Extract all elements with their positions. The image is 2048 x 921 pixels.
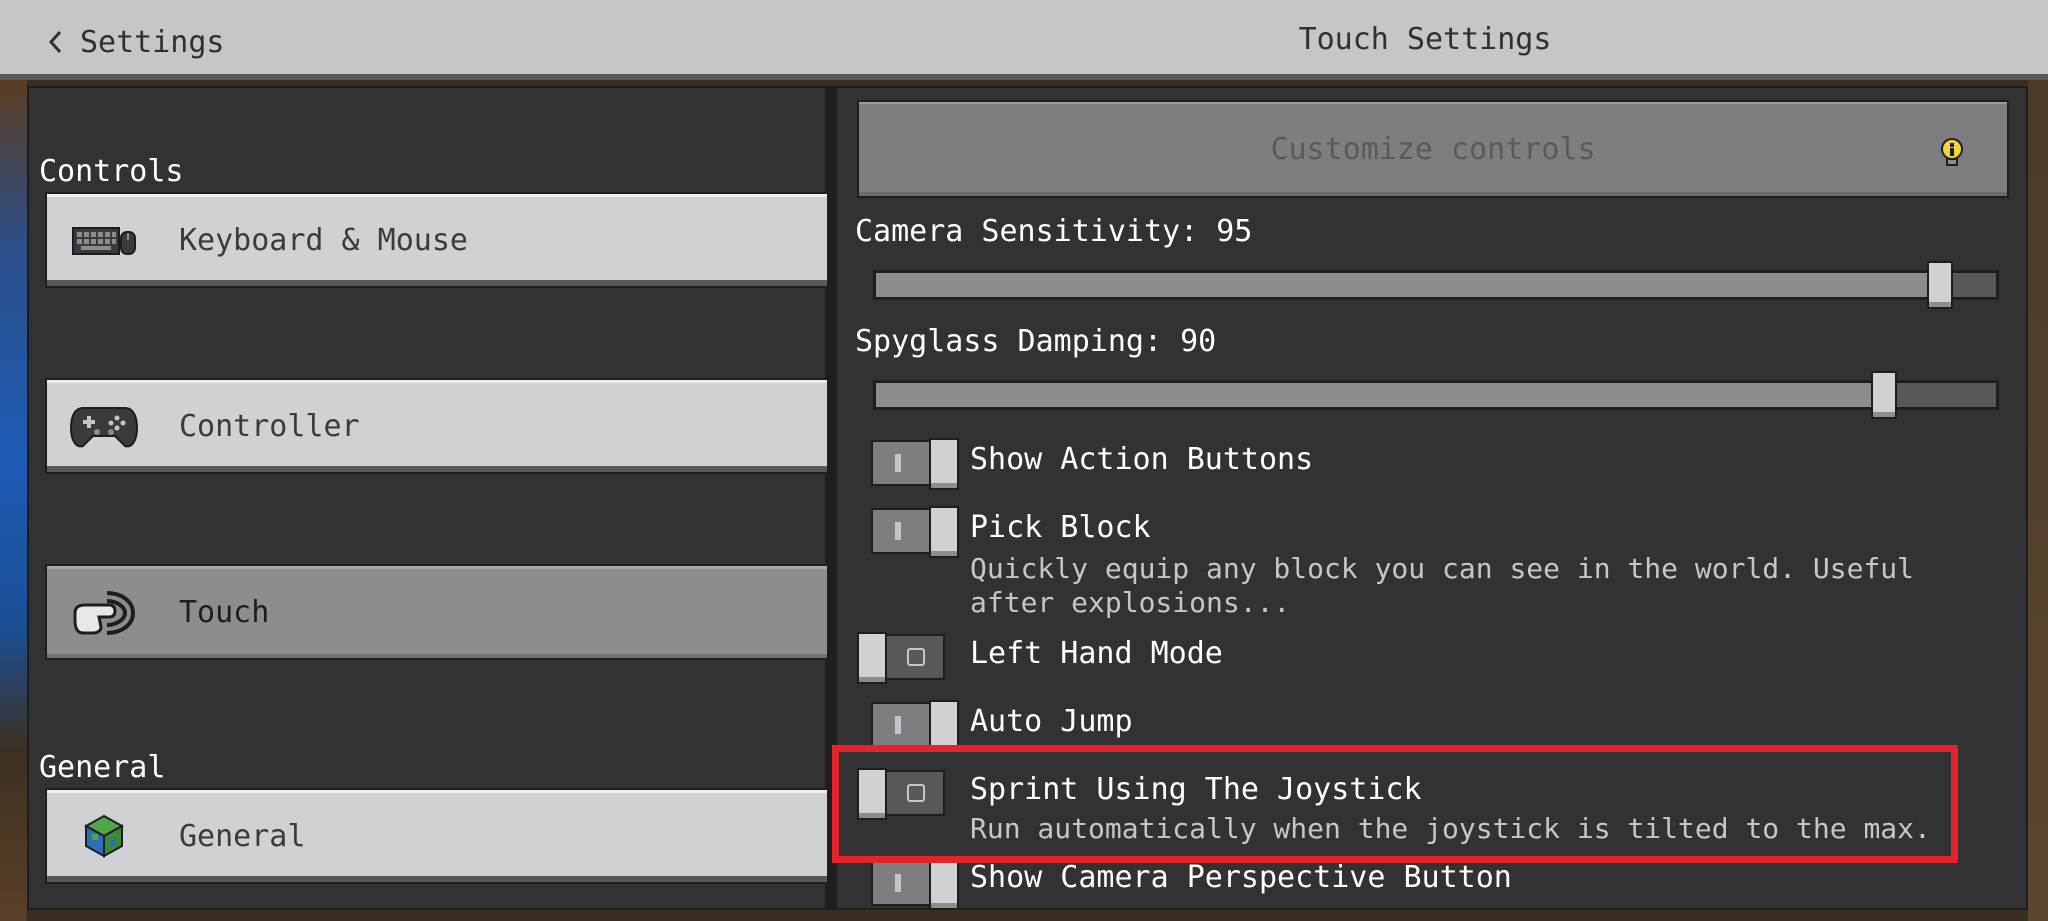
- slider-thumb[interactable]: [1871, 371, 1897, 419]
- toggle-knob: [857, 768, 887, 820]
- camera-perspective-button-toggle[interactable]: [871, 858, 959, 908]
- slider-fill: [876, 273, 1940, 297]
- sprint-joystick-label: Sprint Using The Joystick: [970, 772, 1422, 807]
- sidebar-item-label: Touch: [179, 594, 270, 630]
- auto-jump-toggle[interactable]: [871, 700, 959, 752]
- toggle-off-mark: [907, 784, 925, 802]
- info-bulb-icon[interactable]: [1941, 138, 1963, 172]
- show-action-buttons-toggle[interactable]: [871, 438, 959, 490]
- toggle-on-mark: [895, 716, 901, 734]
- sidebar-item-label: Keyboard & Mouse: [179, 222, 468, 258]
- globe-cube-icon: [69, 814, 139, 858]
- sidebar-item-controller[interactable]: Controller: [45, 378, 841, 474]
- sidebar: Controls Keyboard & Mouse Controller Tou…: [27, 86, 841, 910]
- toggle-off-mark: [907, 648, 925, 666]
- sidebar-item-general[interactable]: General: [45, 788, 841, 884]
- gamepad-icon: [69, 402, 139, 450]
- toggle-knob: [857, 632, 887, 684]
- top-bar: Settings Touch Settings: [0, 0, 2048, 80]
- left-hand-mode-toggle[interactable]: [857, 632, 945, 684]
- slider-fill: [876, 383, 1884, 407]
- page-title: Touch Settings: [1298, 22, 1552, 57]
- sidebar-item-label: General: [179, 818, 306, 854]
- settings-content: Customize controls Camera Sensitivity: 9…: [835, 86, 2028, 910]
- background-world-right: [2028, 80, 2048, 921]
- camera-perspective-button-label: Show Camera Perspective Button: [970, 860, 1512, 895]
- chevron-left-icon: [48, 30, 62, 54]
- section-label-general: General: [39, 750, 166, 785]
- sprint-joystick-toggle[interactable]: [857, 768, 945, 820]
- left-hand-mode-label: Left Hand Mode: [970, 636, 1223, 671]
- section-label-controls: Controls: [39, 154, 184, 189]
- camera-sensitivity-label: Camera Sensitivity: 95: [855, 214, 1253, 249]
- customize-controls-button[interactable]: Customize controls: [857, 100, 2009, 198]
- spyglass-damping-slider[interactable]: [873, 371, 1999, 419]
- sidebar-item-keyboard-mouse[interactable]: Keyboard & Mouse: [45, 192, 841, 288]
- back-button[interactable]: Settings: [48, 22, 225, 62]
- panel-divider: [827, 86, 835, 910]
- toggle-knob: [929, 700, 959, 752]
- customize-controls-label: Customize controls: [1270, 131, 1596, 167]
- toggle-knob: [929, 438, 959, 490]
- sprint-joystick-description: Run automatically when the joystick is t…: [970, 812, 1931, 845]
- keyboard-mouse-icon: [69, 222, 139, 258]
- auto-jump-label: Auto Jump: [970, 704, 1133, 739]
- sidebar-item-label: Controller: [179, 408, 360, 444]
- toggle-knob: [929, 506, 959, 558]
- sidebar-item-touch[interactable]: Touch: [45, 564, 841, 660]
- toggle-on-mark: [895, 454, 901, 472]
- background-world-left: [0, 80, 27, 921]
- touch-hand-icon: [69, 587, 139, 637]
- back-label: Settings: [80, 24, 225, 60]
- show-action-buttons-label: Show Action Buttons: [970, 442, 1314, 477]
- toggle-knob: [929, 858, 959, 908]
- toggle-on-mark: [895, 874, 901, 892]
- pick-block-description: Quickly equip any block you can see in t…: [970, 552, 1915, 619]
- toggle-on-mark: [895, 522, 901, 540]
- pick-block-toggle[interactable]: [871, 506, 959, 558]
- pick-block-label: Pick Block: [970, 510, 1151, 545]
- spyglass-damping-label: Spyglass Damping: 90: [855, 324, 1217, 359]
- camera-sensitivity-slider[interactable]: [873, 261, 1999, 309]
- slider-thumb[interactable]: [1927, 261, 1953, 309]
